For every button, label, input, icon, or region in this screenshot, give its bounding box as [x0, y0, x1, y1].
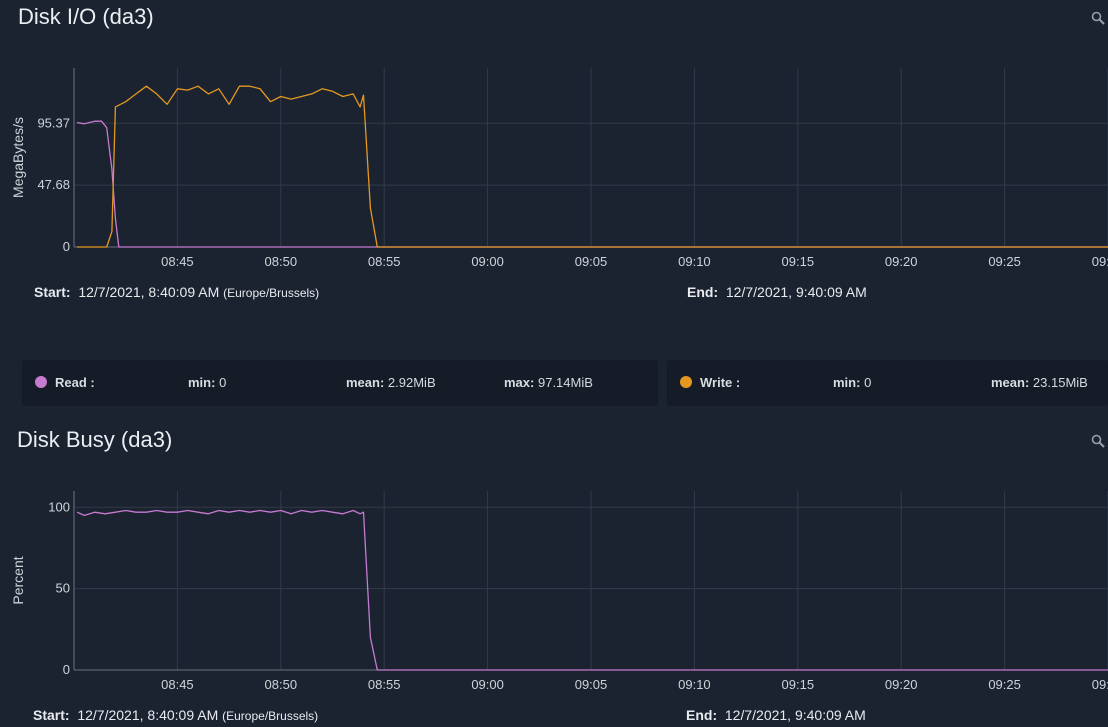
read-dot-icon: [35, 376, 47, 388]
disk-io-end: End: 12/7/2021, 9:40:09 AM: [687, 284, 867, 300]
y-tick-label: 95.37: [37, 115, 70, 130]
disk-busy-title: Disk Busy (da3): [17, 427, 173, 452]
x-tick-label: 09:10: [678, 677, 711, 692]
x-tick-label: 09:10: [678, 254, 711, 269]
disk-io-title: Disk I/O (da3): [18, 4, 154, 29]
x-tick-label: 09:15: [782, 254, 815, 269]
x-tick-label: 09:20: [885, 254, 918, 269]
y-tick-label: 47.68: [37, 177, 70, 192]
series-line-read: [76, 120, 1108, 248]
series-line-busy: [76, 509, 1108, 671]
write-dot-icon: [680, 376, 692, 388]
x-tick-label: 08:45: [161, 677, 194, 692]
x-tick-label: 08:55: [368, 677, 401, 692]
write-mean: 23.15MiB: [1032, 375, 1088, 390]
y-tick-label: 50: [56, 581, 70, 596]
write-min: 0: [864, 375, 872, 390]
write-label: Write :: [700, 375, 741, 390]
x-tick-label: 09:05: [575, 677, 608, 692]
x-tick-label: 09:05: [575, 254, 608, 269]
zoom-icon[interactable]: [1091, 11, 1105, 25]
x-tick-label: 09:15: [782, 677, 815, 692]
x-tick-label: 09:00: [471, 677, 504, 692]
disk-io-chart[interactable]: 08:45 08:50 08:55 09:00 09:05 09:10 09:15 09:20…: [0, 60, 1108, 280]
x-tick-label: 09:30: [1092, 677, 1108, 692]
legend-write: Write : min: 0 mean: 23.15MiB: [667, 360, 1108, 406]
x-tick-label: 08:55: [368, 254, 401, 269]
disk-busy-chart[interactable]: 08:45 08:50 08:55 09:00 09:05 09:10 09:15 09:20…: [0, 483, 1108, 703]
x-tick-label: 09:30: [1092, 254, 1108, 269]
legend-read: Read : min: 0 mean: 2.92MiB max: 97.14Mi…: [22, 360, 658, 406]
x-tick-label: 08:50: [265, 677, 298, 692]
y-axis-label: Percent: [10, 556, 26, 604]
x-tick-label: 09:25: [988, 677, 1021, 692]
disk-io-start: Start: 12/7/2021, 8:40:09 AM (Europe/Bru…: [34, 284, 320, 300]
x-tick-label: 08:45: [161, 254, 194, 269]
y-tick-label: 0: [63, 239, 70, 254]
read-min: 0: [219, 375, 227, 390]
x-tick-label: 09:25: [988, 254, 1021, 269]
read-max: 97.14MiB: [537, 375, 593, 390]
y-tick-label: 0: [63, 662, 70, 677]
zoom-icon[interactable]: [1091, 434, 1105, 448]
y-tick-label: 100: [48, 499, 70, 514]
x-tick-label: 09:20: [885, 677, 918, 692]
y-axis-label: MegaBytes/s: [10, 117, 26, 198]
x-tick-label: 08:50: [265, 254, 298, 269]
x-tick-label: 09:00: [471, 254, 504, 269]
disk-busy-end: End: 12/7/2021, 9:40:09 AM: [686, 707, 866, 723]
read-label: Read :: [55, 375, 95, 390]
disk-busy-start: Start: 12/7/2021, 8:40:09 AM (Europe/Bru…: [33, 707, 319, 723]
read-mean: 2.92MiB: [387, 375, 436, 390]
series-line-write: [77, 85, 1108, 248]
